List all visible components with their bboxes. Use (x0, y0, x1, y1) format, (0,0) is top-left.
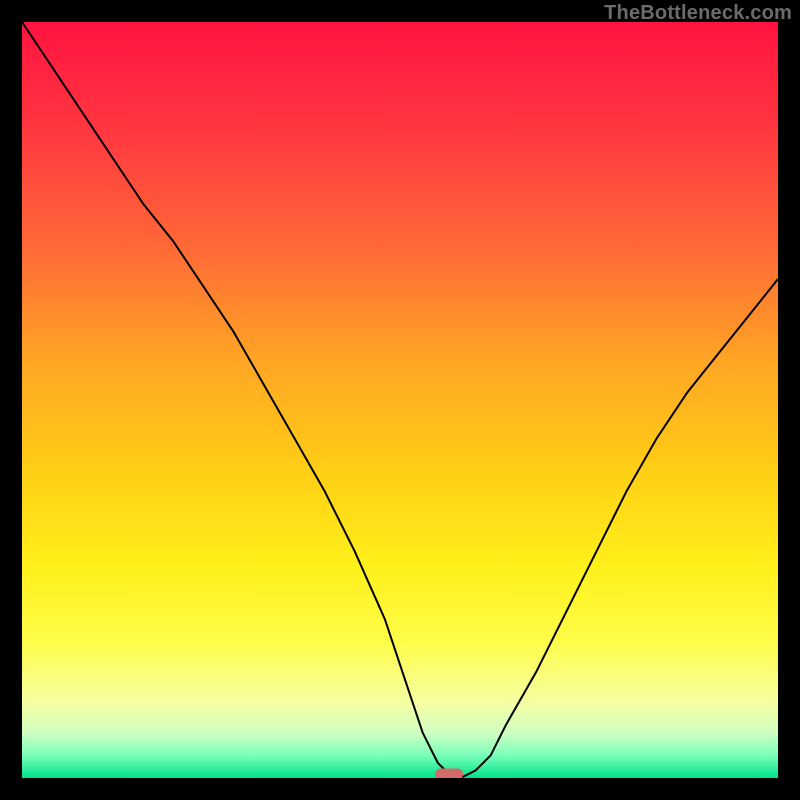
chart-svg (22, 22, 778, 778)
chart-plot (22, 22, 778, 778)
chart-stage: TheBottleneck.com (0, 0, 800, 800)
optimum-marker (435, 769, 463, 778)
